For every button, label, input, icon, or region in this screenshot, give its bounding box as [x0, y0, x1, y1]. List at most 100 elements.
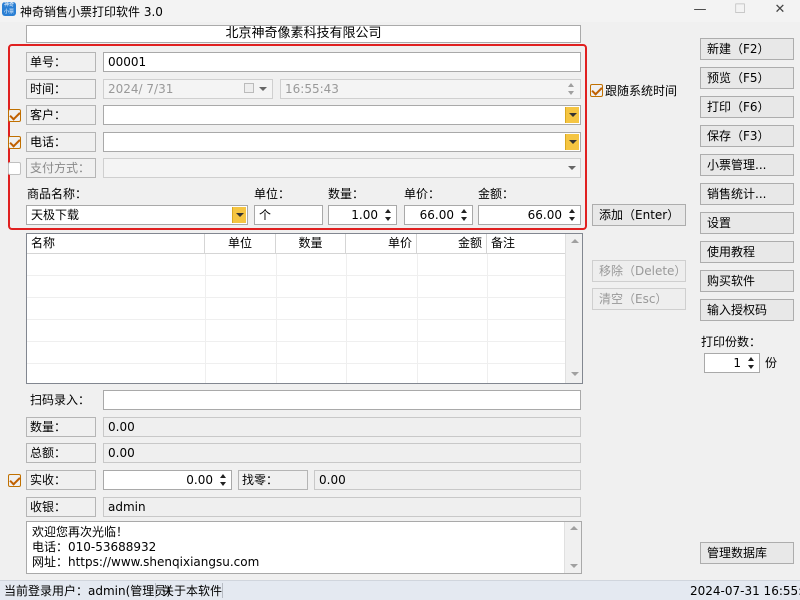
- close-icon[interactable]: ✕: [760, 0, 800, 22]
- license-code-button[interactable]: 输入授权码: [700, 299, 794, 321]
- app-icon-text: 神奇小票: [3, 2, 14, 15]
- column-header[interactable]: 名称: [27, 234, 205, 254]
- phone-label: 电话：: [26, 132, 96, 152]
- price-value: 66.00: [419, 208, 454, 222]
- scroll-up-icon[interactable]: [570, 526, 578, 530]
- scan-label: 扫码录入：: [26, 390, 96, 410]
- column-header[interactable]: 单位: [205, 234, 276, 254]
- ticket-management-button[interactable]: 小票管理...: [700, 154, 794, 176]
- status-separator: [222, 583, 223, 598]
- column-header[interactable]: 金额: [417, 234, 487, 254]
- remove-item-button[interactable]: 移除（Delete）: [592, 260, 686, 282]
- memo-line: 网址：https://www.shenqixiangsu.com: [32, 555, 260, 569]
- current-user-status: 当前登录用户：admin(管理员): [4, 584, 171, 598]
- items-table[interactable]: 名称 单位 数量 单价 金额 备注: [26, 233, 583, 384]
- sales-stats-button[interactable]: 销售统计...: [700, 183, 794, 205]
- print-button[interactable]: 打印（F6）: [700, 96, 794, 118]
- scroll-down-icon[interactable]: [571, 372, 579, 376]
- preview-button[interactable]: 预览（F5）: [700, 67, 794, 89]
- amount-stepper[interactable]: 66.00: [478, 205, 581, 225]
- manage-database-button[interactable]: 管理数据库: [700, 542, 794, 564]
- calendar-icon[interactable]: [244, 83, 254, 93]
- price-stepper[interactable]: 66.00: [404, 205, 473, 225]
- product-name-label: 商品名称：: [27, 187, 88, 201]
- received-stepper[interactable]: 0.00: [103, 470, 232, 490]
- date-picker[interactable]: 2024/ 7/31: [103, 79, 273, 99]
- buy-software-button[interactable]: 购买软件: [700, 270, 794, 292]
- amount-value: 66.00: [527, 208, 562, 222]
- time-label: 时间：: [26, 79, 96, 99]
- chevron-down-icon[interactable]: [565, 134, 579, 150]
- add-item-button[interactable]: 添加（Enter）: [592, 204, 686, 226]
- product-name-value: 天极下载: [31, 208, 80, 222]
- summary-qty-value: 0.00: [103, 417, 581, 437]
- chevron-down-icon[interactable]: [565, 107, 579, 123]
- table-scrollbar[interactable]: [565, 234, 582, 383]
- scroll-down-icon[interactable]: [570, 564, 578, 568]
- order-no-input[interactable]: 00001: [103, 52, 581, 72]
- maximize-icon[interactable]: ☐: [720, 0, 760, 22]
- summary-total-label: 总额：: [26, 443, 96, 463]
- quantity-stepper[interactable]: 1.00: [328, 205, 397, 225]
- scan-input[interactable]: [103, 390, 581, 410]
- date-value: 2024/ 7/31: [108, 82, 174, 96]
- grid-line: [27, 363, 565, 364]
- minimize-icon[interactable]: —: [680, 0, 720, 22]
- print-copies-value: 1: [733, 356, 741, 370]
- received-value: 0.00: [186, 473, 213, 487]
- grid-line: [27, 297, 565, 298]
- chevron-down-icon[interactable]: [256, 81, 270, 97]
- title-bar: 神奇小票 神奇销售小票打印软件 3.0 — ☐ ✕: [0, 0, 800, 22]
- table-header: 名称 单位 数量 单价 金额 备注: [27, 234, 582, 254]
- quantity-label: 数量：: [328, 187, 365, 201]
- new-button[interactable]: 新建（F2）: [700, 38, 794, 60]
- column-header[interactable]: 备注: [487, 234, 565, 254]
- change-value: 0.00: [314, 470, 581, 490]
- print-copies-stepper[interactable]: 1: [704, 353, 760, 373]
- time-spinner-icon[interactable]: [565, 81, 577, 97]
- grid-line: [27, 319, 565, 320]
- spinner-icon[interactable]: [382, 207, 394, 223]
- settings-button[interactable]: 设置: [700, 212, 794, 234]
- payment-checkbox[interactable]: [8, 162, 21, 175]
- spinner-icon[interactable]: [566, 207, 578, 223]
- spinner-icon[interactable]: [458, 207, 470, 223]
- chevron-down-icon[interactable]: [232, 207, 246, 223]
- grid-line: [27, 275, 565, 276]
- product-name-select[interactable]: 天极下载: [26, 205, 248, 225]
- clear-items-button[interactable]: 清空（Esc）: [592, 288, 686, 310]
- column-header[interactable]: 单价: [346, 234, 417, 254]
- customer-select[interactable]: [103, 105, 581, 125]
- scroll-up-icon[interactable]: [571, 239, 579, 243]
- column-header[interactable]: 数量: [276, 234, 346, 254]
- follow-system-time-checkbox[interactable]: [590, 84, 603, 97]
- tutorial-button[interactable]: 使用教程: [700, 241, 794, 263]
- save-button[interactable]: 保存（F3）: [700, 125, 794, 147]
- chevron-down-icon[interactable]: [565, 160, 579, 176]
- spinner-icon[interactable]: [745, 355, 757, 371]
- payment-select[interactable]: [103, 158, 581, 178]
- footer-memo[interactable]: 欢迎您再次光临！ 电话：010-53688932 网址：https://www.…: [26, 521, 582, 574]
- app-logo-icon: 神奇小票: [2, 2, 16, 16]
- quantity-value: 1.00: [351, 208, 378, 222]
- summary-total-value: 0.00: [103, 443, 581, 463]
- status-separator: [155, 583, 156, 598]
- phone-checkbox[interactable]: [8, 136, 21, 149]
- time-input[interactable]: 16:55:43: [280, 79, 581, 99]
- time-value: 16:55:43: [285, 82, 339, 96]
- memo-scrollbar[interactable]: [564, 522, 581, 573]
- received-checkbox[interactable]: [8, 474, 21, 487]
- cashier-value: admin: [103, 497, 581, 517]
- memo-line: 欢迎您再次光临！: [32, 525, 129, 539]
- spinner-icon[interactable]: [217, 472, 229, 488]
- company-name-field[interactable]: 北京神奇像素科技有限公司: [26, 25, 581, 43]
- memo-line: 电话：010-53688932: [32, 540, 157, 554]
- unit-input[interactable]: 个: [254, 205, 323, 225]
- price-label: 单价：: [404, 187, 441, 201]
- customer-checkbox[interactable]: [8, 109, 21, 122]
- status-bar: 当前登录用户：admin(管理员) 关于本软件 2024-07-31 16:55…: [0, 580, 800, 600]
- phone-select[interactable]: [103, 132, 581, 152]
- customer-label: 客户：: [26, 105, 96, 125]
- grid-line: [27, 341, 565, 342]
- about-link[interactable]: 关于本软件: [162, 583, 222, 599]
